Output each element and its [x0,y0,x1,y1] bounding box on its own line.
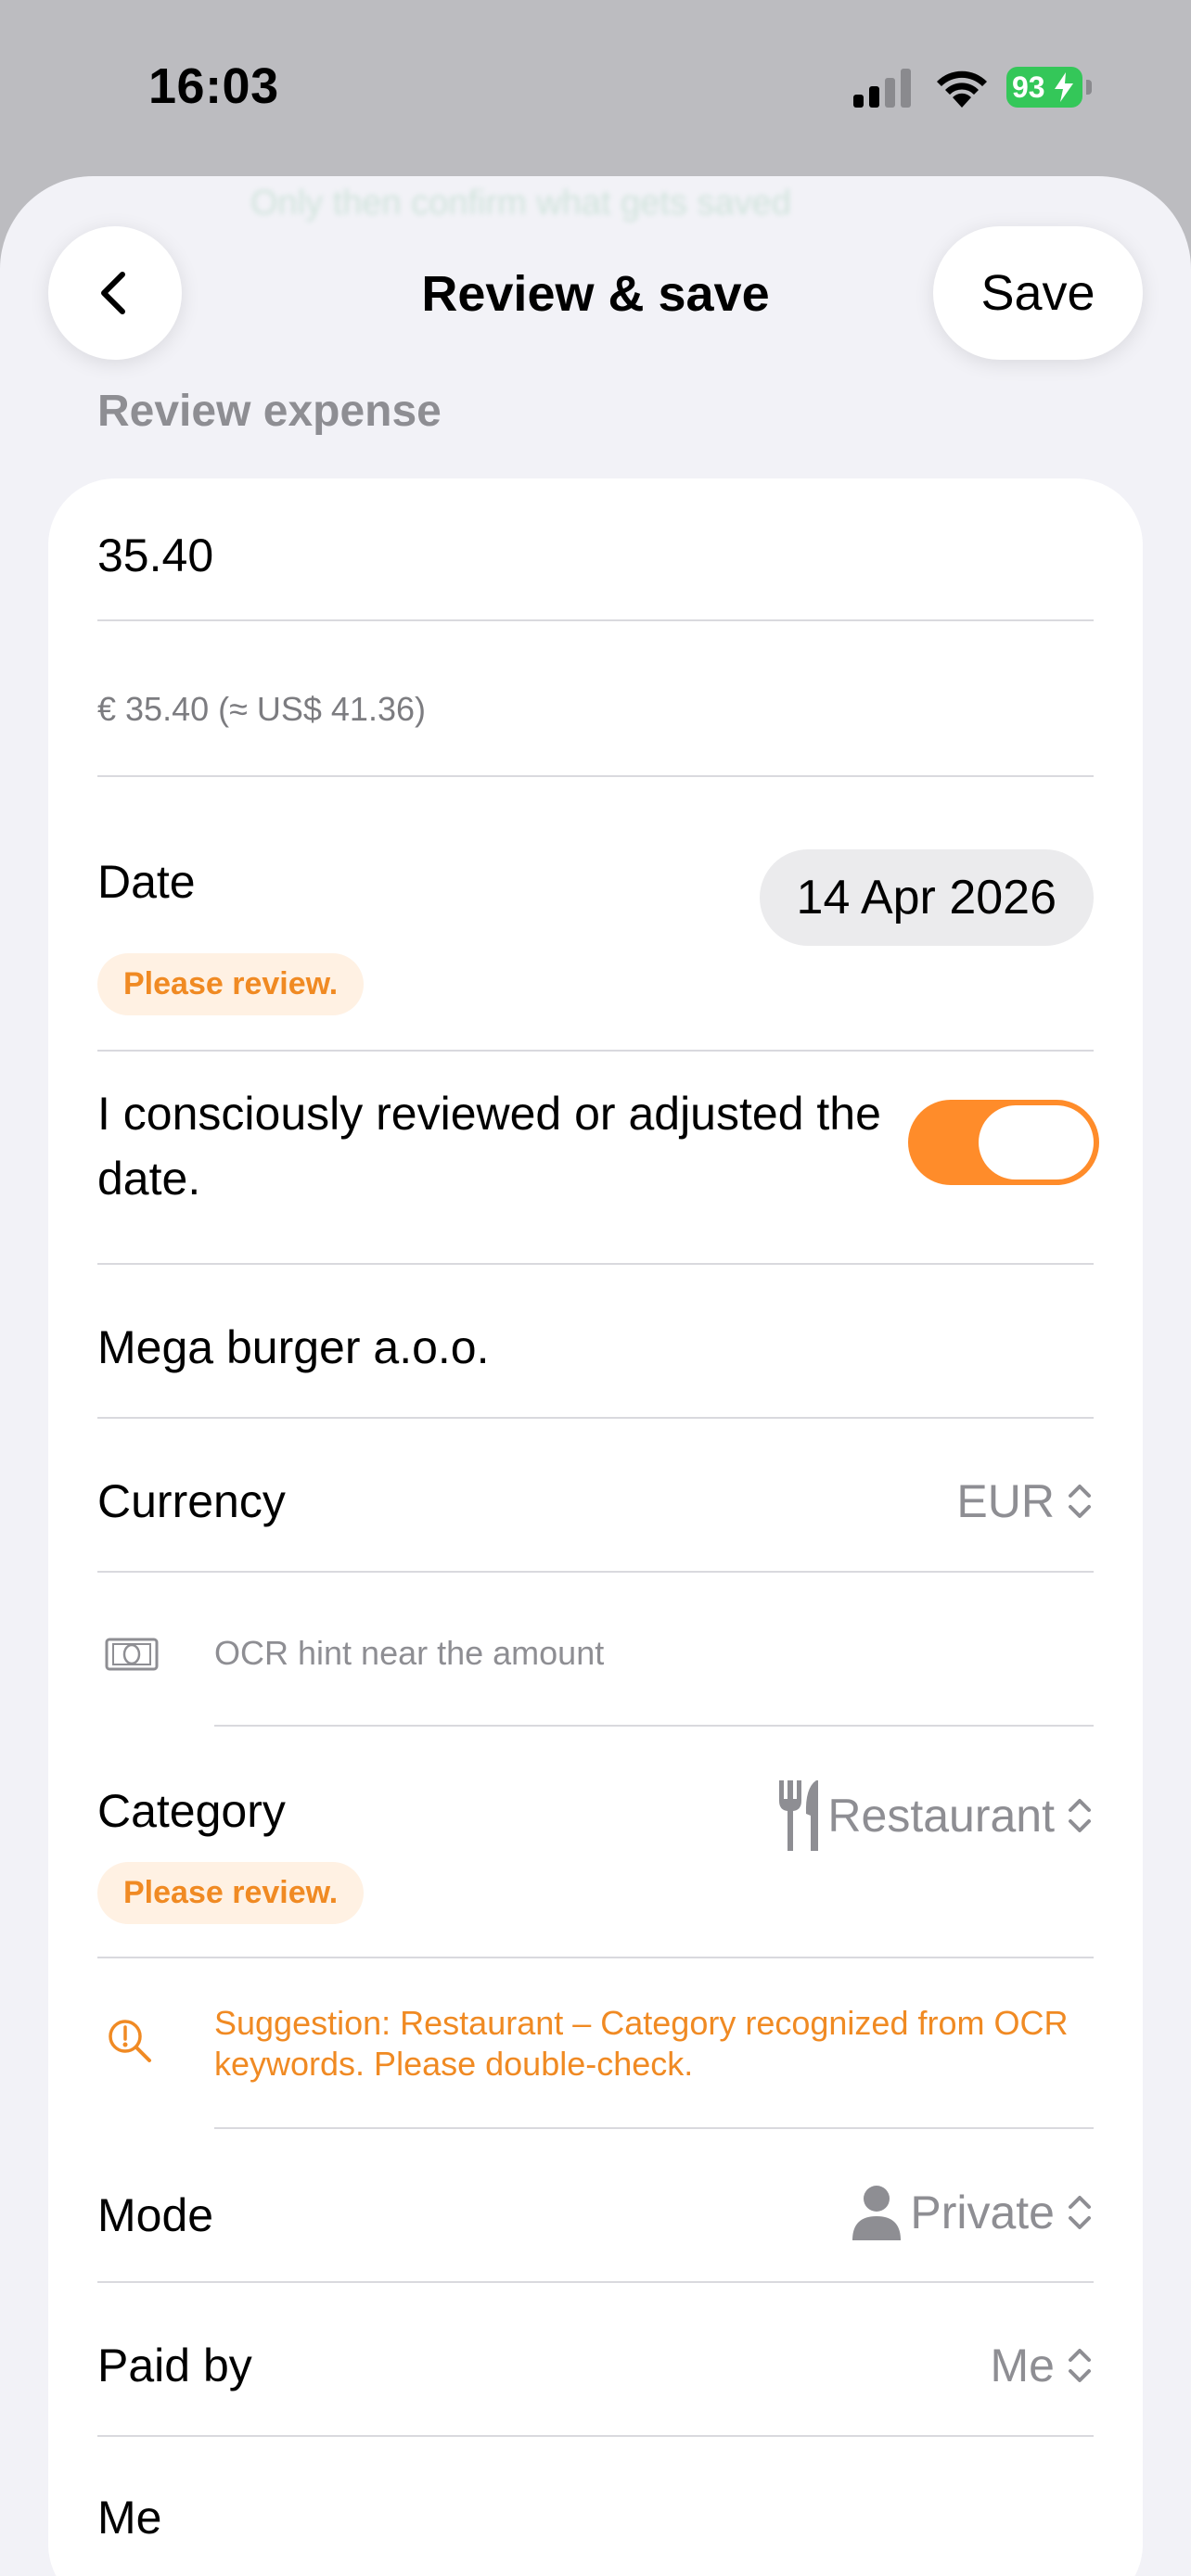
currency-value: EUR [956,1475,1055,1527]
date-row: Date 14 Apr 2026 [97,849,1094,946]
date-label: Date [97,856,196,908]
date-confirm-row: I consciously reviewed or adjusted the d… [97,1081,1099,1211]
date-review-badge: Please review. [97,953,365,1015]
date-confirm-label: I consciously reviewed or adjusted the d… [97,1088,881,1205]
review-sheet: Only then confirm what gets saved Review… [0,176,1191,2576]
magnifier-alert-icon [109,2020,151,2062]
battery-level: 93 [1012,70,1045,104]
mode-picker[interactable]: Private [851,2185,1094,2240]
category-suggestion-text: Suggestion: Restaurant – Category recogn… [214,2004,1069,2083]
amount-field[interactable]: 35.40 [97,529,1094,582]
payer-name-field[interactable]: Me [97,2491,1094,2544]
merchant-value: Mega burger a.o.o. [97,1321,490,1373]
amount-converted-text: € 35.40 (≈ US$ 41.36) [97,690,426,728]
paid-by-picker[interactable]: Me [991,2339,1094,2392]
currency-picker[interactable]: EUR [956,1474,1094,1528]
merchant-field[interactable]: Mega burger a.o.o. [97,1320,1094,1374]
category-review-badge: Please review. [97,1862,365,1924]
category-row[interactable]: Category Restaurant [97,1780,1094,1855]
currency-row[interactable]: Currency EUR [97,1474,1094,1530]
category-value: Restaurant [827,1790,1055,1842]
currency-label: Currency [97,1475,286,1527]
paid-by-label: Paid by [97,2340,252,2391]
mode-value: Private [910,2187,1055,2238]
banknote-icon [105,1638,159,1671]
amount-value: 35.40 [97,529,214,581]
cellular-signal-icon [853,69,911,108]
fork-knife-icon [779,1780,819,1851]
category-picker[interactable]: Restaurant [775,1780,1094,1851]
date-review-row: Please review. [97,953,1094,1015]
mode-label: Mode [97,2189,214,2241]
status-time: 16:03 [148,58,279,114]
scrolled-hint-text: Only then confirm what gets saved [250,184,791,223]
payer-name-value: Me [97,2492,162,2544]
date-picker-button[interactable]: 14 Apr 2026 [759,849,1094,946]
battery-icon: 93 [1006,67,1092,108]
mode-row[interactable]: Mode Private [97,2185,1094,2250]
chevron-up-down-icon [1069,1799,1091,1832]
date-confirm-toggle[interactable] [908,1100,1099,1185]
section-header: Review expense [97,387,442,436]
chevron-up-down-icon [1069,2349,1091,2382]
status-bar: 16:03 93 [0,0,1191,176]
paid-by-row[interactable]: Paid by Me [97,2339,1094,2394]
person-icon [852,2186,902,2240]
wifi-icon [937,70,987,108]
category-review-row: Please review. [97,1862,1094,1924]
expense-form-card: 35.40 € 35.40 (≈ US$ 41.36) Date 14 Apr … [48,478,1143,2576]
save-button[interactable]: Save [933,226,1143,360]
ocr-hint-text: OCR hint near the amount [214,1634,605,1672]
chevron-up-down-icon [1069,1485,1091,1518]
chevron-up-down-icon [1069,2196,1091,2229]
ocr-hint-row: OCR hint near the amount [97,1632,1094,1688]
paid-by-value: Me [990,2340,1055,2391]
category-label: Category [97,1785,286,1837]
category-suggestion-row: Suggestion: Restaurant – Category recogn… [97,2003,1094,2096]
amount-conversion: € 35.40 (≈ US$ 41.36) [97,690,1094,729]
